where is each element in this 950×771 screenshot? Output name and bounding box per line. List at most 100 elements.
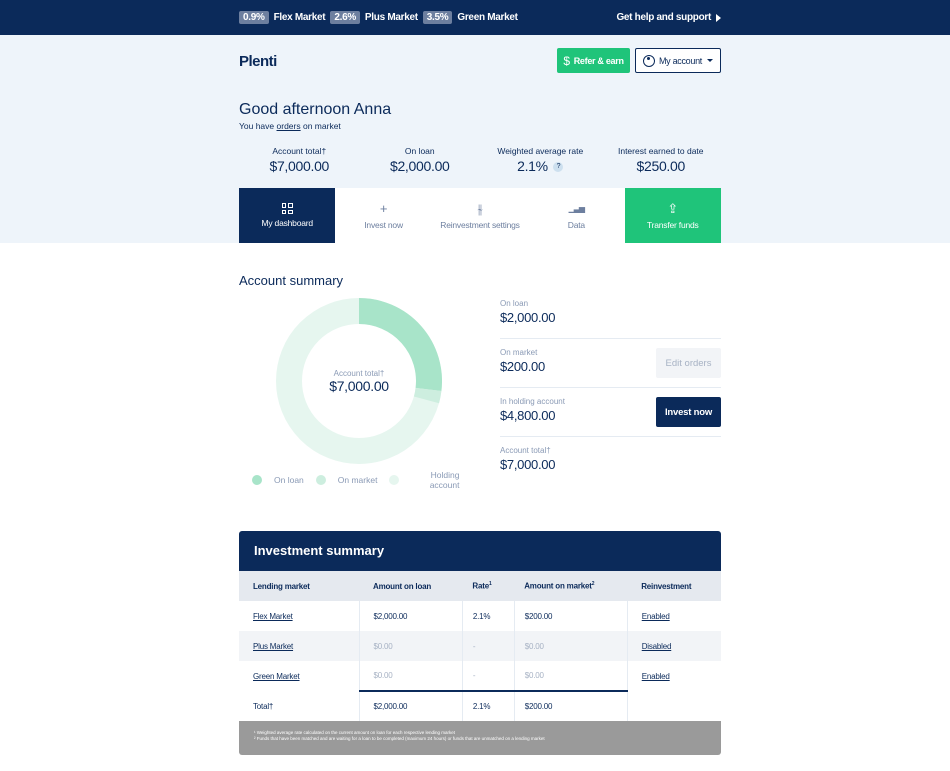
refer-earn-button[interactable]: $ Refer & earn <box>557 48 630 73</box>
market-link[interactable]: Flex Market <box>253 612 293 621</box>
column-header: Rate <box>472 581 489 591</box>
tab-transfer-funds[interactable]: ⇪ Transfer funds <box>624 188 721 243</box>
rate-label: Plus Market <box>364 12 418 23</box>
investment-table: Lending market Amount on loan Rate1 Amou… <box>239 571 721 721</box>
edit-orders-button[interactable]: Edit orders <box>656 348 721 378</box>
tab-reinvestment-settings[interactable]: ⫳ Reinvestment settings <box>432 188 528 243</box>
stats-bar: Account total† $7,000.00 On loan $2,000.… <box>239 146 721 174</box>
donut-on-market-segment <box>413 387 442 404</box>
chevron-right-icon <box>716 13 721 22</box>
on-market-cell: $200.00 <box>513 601 628 631</box>
table-row: Green Market $0.00 - $0.00 Enabled <box>239 661 721 691</box>
total-on-market-cell: $200.00 <box>513 690 628 721</box>
donut-center-label: Account total† <box>333 369 385 378</box>
column-header-on-market: Amount on market2 <box>514 571 628 601</box>
tab-label: Data <box>567 220 585 230</box>
rate-badge: 3.5% <box>422 11 453 24</box>
column-header: Lending market <box>239 571 359 601</box>
account-label: My account <box>658 55 703 66</box>
summary-label: Account total† <box>500 446 551 455</box>
total-label-cell: Total† <box>253 701 274 711</box>
legend-dot <box>252 475 262 485</box>
on-market-cell: $0.00 <box>513 631 628 661</box>
rate-badge: 2.6% <box>330 11 360 24</box>
stat-value: $2,000.00 <box>389 158 450 174</box>
total-empty-cell <box>626 691 721 721</box>
top-bar: 0.9% Flex Market 2.6% Plus Market 3.5% G… <box>0 0 950 35</box>
market-link[interactable]: Plus Market <box>253 642 293 651</box>
refer-label: Refer & earn <box>573 55 624 66</box>
footnote: ² Funds that have been matched and are w… <box>254 736 545 741</box>
reinvestment-link[interactable]: Disabled <box>642 642 672 651</box>
table-row: Plus Market $0.00 - $0.00 Disabled <box>239 631 721 661</box>
bar-chart-icon: ▁▃▅ <box>568 204 586 213</box>
invest-now-button[interactable]: Invest now <box>656 397 721 427</box>
logo[interactable]: Plenti <box>239 53 277 70</box>
summary-row-account-total: Account total† $7,000.00 <box>500 437 721 486</box>
reinvestment-link[interactable]: Enabled <box>642 672 670 681</box>
donut-legend: On loan On market Holding account <box>252 470 471 490</box>
total-loan-cell: $2,000.00 <box>358 690 463 721</box>
market-cell: Green Market <box>239 661 359 691</box>
tab-invest-now[interactable]: + Invest now <box>335 188 431 243</box>
legend-label: On market <box>337 475 378 485</box>
tab-label: My dashboard <box>261 218 313 228</box>
grid-icon <box>281 203 293 214</box>
summary-row-on-loan: On loan $2,000.00 <box>500 290 721 339</box>
loan-cell: $0.00 <box>358 661 463 691</box>
orders-link[interactable]: orders <box>277 121 301 131</box>
tab-label: Invest now <box>364 220 403 230</box>
rate-cell: - <box>461 631 515 661</box>
table-total-row: Total† $2,000.00 2.1% $200.00 <box>239 690 721 721</box>
sliders-icon: ⫳ <box>477 201 483 216</box>
stat-label: Account total† <box>272 146 327 156</box>
legend-on-market: On market <box>315 475 378 485</box>
stat-label: Interest earned to date <box>617 146 704 156</box>
help-label: Get help and support <box>616 12 711 23</box>
my-account-button[interactable]: My account <box>635 48 721 73</box>
orders-message: You have orders on market <box>239 121 341 131</box>
stat-on-loan: On loan $2,000.00 <box>360 146 481 174</box>
dashboard-tabs: My dashboard + Invest now ⫳ Reinvestment… <box>239 188 721 243</box>
plus-icon: + <box>379 201 388 216</box>
on-market-cell: $0.00 <box>513 661 628 691</box>
table-header-row: Lending market Amount on loan Rate1 Amou… <box>239 571 721 601</box>
page-title: Good afternoon Anna <box>239 101 392 118</box>
rate-cell: 2.1% <box>461 601 515 631</box>
stat-value: $250.00 <box>636 158 685 174</box>
summary-label: On loan <box>500 299 529 308</box>
orders-message-prefix: You have <box>239 121 275 131</box>
donut-center: Account total† $7,000.00 <box>309 369 409 394</box>
tab-label: Reinvestment settings <box>440 220 520 230</box>
stat-value: $7,000.00 <box>269 158 330 174</box>
transfer-icon: ⇪ <box>667 201 679 216</box>
footnotes: ¹ Weighted average rate calculated on th… <box>239 721 721 755</box>
legend-label: Holding account <box>429 470 460 490</box>
legend-holding: Holding account <box>389 470 459 490</box>
column-header: Reinvestment <box>627 571 721 601</box>
user-icon <box>642 54 655 67</box>
loan-cell: $0.00 <box>358 631 463 661</box>
orders-message-suffix: on market <box>302 121 341 131</box>
stat-label: On loan <box>404 146 435 156</box>
legend-dot <box>315 475 326 485</box>
stat-label: Weighted average rate <box>497 146 584 156</box>
tab-data[interactable]: ▁▃▅ Data <box>528 188 624 243</box>
rate-flex-market: 0.9% Flex Market <box>239 11 326 24</box>
stat-value-wrap: 2.1% ? <box>480 158 601 174</box>
rate-plus-market: 2.6% Plus Market <box>330 11 418 24</box>
help-link[interactable]: Get help and support <box>616 12 721 23</box>
reinvestment-link[interactable]: Enabled <box>642 612 670 621</box>
rate-label: Green Market <box>457 12 518 23</box>
column-header: Amount on loan <box>359 571 463 601</box>
market-cell: Flex Market <box>239 601 359 631</box>
rate-label: Flex Market <box>273 12 326 23</box>
market-link[interactable]: Green Market <box>253 672 300 681</box>
table-row: Flex Market $2,000.00 2.1% $200.00 Enabl… <box>239 601 721 631</box>
help-icon[interactable]: ? <box>553 162 564 173</box>
reinvestment-cell: Enabled <box>626 601 721 631</box>
investment-summary-card: Investment summary Lending market Amount… <box>239 531 721 755</box>
column-header-rate: Rate1 <box>462 571 515 601</box>
investment-summary-title: Investment summary <box>239 531 721 571</box>
tab-my-dashboard[interactable]: My dashboard <box>239 188 336 243</box>
